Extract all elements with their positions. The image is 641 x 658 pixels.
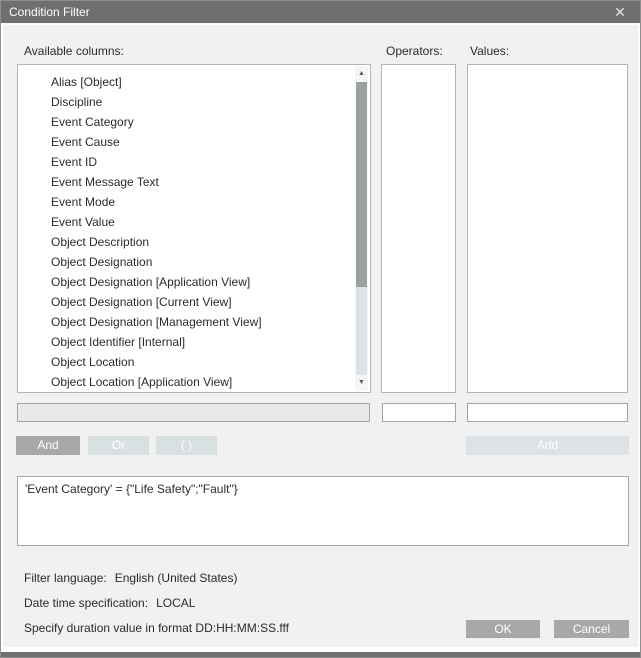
condition-filter-dialog: Condition Filter ✕ Available columns: Op… [0,0,641,658]
scroll-up-icon[interactable]: ▲ [355,66,368,82]
available-columns-items: Alias [Object]DisciplineEvent CategoryEv… [18,72,354,392]
values-list[interactable] [467,64,628,393]
parentheses-button[interactable]: ( ) [156,436,217,455]
list-item[interactable]: Alias [Object] [18,72,354,92]
condition-expression-box[interactable]: 'Event Category' = {"Life Safety";"Fault… [17,476,629,546]
list-item[interactable]: Object Location [Application View] [18,372,354,392]
operators-label: Operators: [386,44,443,58]
list-item[interactable]: Object Location [18,352,354,372]
list-item[interactable]: Discipline [18,92,354,112]
list-item[interactable]: Object Description [18,232,354,252]
list-item[interactable]: Event Value [18,212,354,232]
operator-input[interactable] [382,403,456,422]
available-columns-label: Available columns: [24,44,124,58]
duration-hint: Specify duration value in format DD:HH:M… [24,621,289,635]
date-time-label: Date time specification: [24,596,148,610]
close-icon[interactable]: ✕ [608,1,632,23]
value-input[interactable] [467,403,628,422]
filter-language-value: English (United States) [115,571,238,585]
column-filter-input [17,403,370,422]
add-button[interactable]: Add [466,436,629,455]
list-item[interactable]: Object Designation [18,252,354,272]
list-item[interactable]: Event Cause [18,132,354,152]
scrollbar-thumb[interactable] [356,82,367,287]
date-time-value: LOCAL [156,596,195,610]
and-button[interactable]: And [16,436,80,455]
dialog-title: Condition Filter [1,5,90,19]
list-item[interactable]: Event Mode [18,192,354,212]
date-time-row: Date time specification: LOCAL [24,596,195,610]
list-item[interactable]: Object Designation [Management View] [18,312,354,332]
dialog-body: Available columns: Operators: Values: Al… [1,23,640,647]
title-bar: Condition Filter [1,1,640,23]
scrollbar-track[interactable] [356,287,367,375]
scroll-down-icon[interactable]: ▼ [355,375,368,391]
bottom-window-frame [1,652,640,657]
list-item[interactable]: Event Message Text [18,172,354,192]
ok-button[interactable]: OK [466,620,540,638]
columns-list-scrollbar[interactable]: ▲ ▼ [355,66,368,391]
list-item[interactable]: Object Designation [Current View] [18,292,354,312]
filter-language-label: Filter language: [24,571,107,585]
operators-list[interactable] [381,64,456,393]
cancel-button[interactable]: Cancel [554,620,629,638]
list-item[interactable]: Event ID [18,152,354,172]
list-item[interactable]: Object Identifier [Internal] [18,332,354,352]
list-item[interactable]: Event Category [18,112,354,132]
values-label: Values: [470,44,509,58]
list-item[interactable]: Object Designation [Application View] [18,272,354,292]
filter-language-row: Filter language: English (United States) [24,571,237,585]
available-columns-list[interactable]: Alias [Object]DisciplineEvent CategoryEv… [17,64,371,393]
or-button[interactable]: Or [88,436,149,455]
